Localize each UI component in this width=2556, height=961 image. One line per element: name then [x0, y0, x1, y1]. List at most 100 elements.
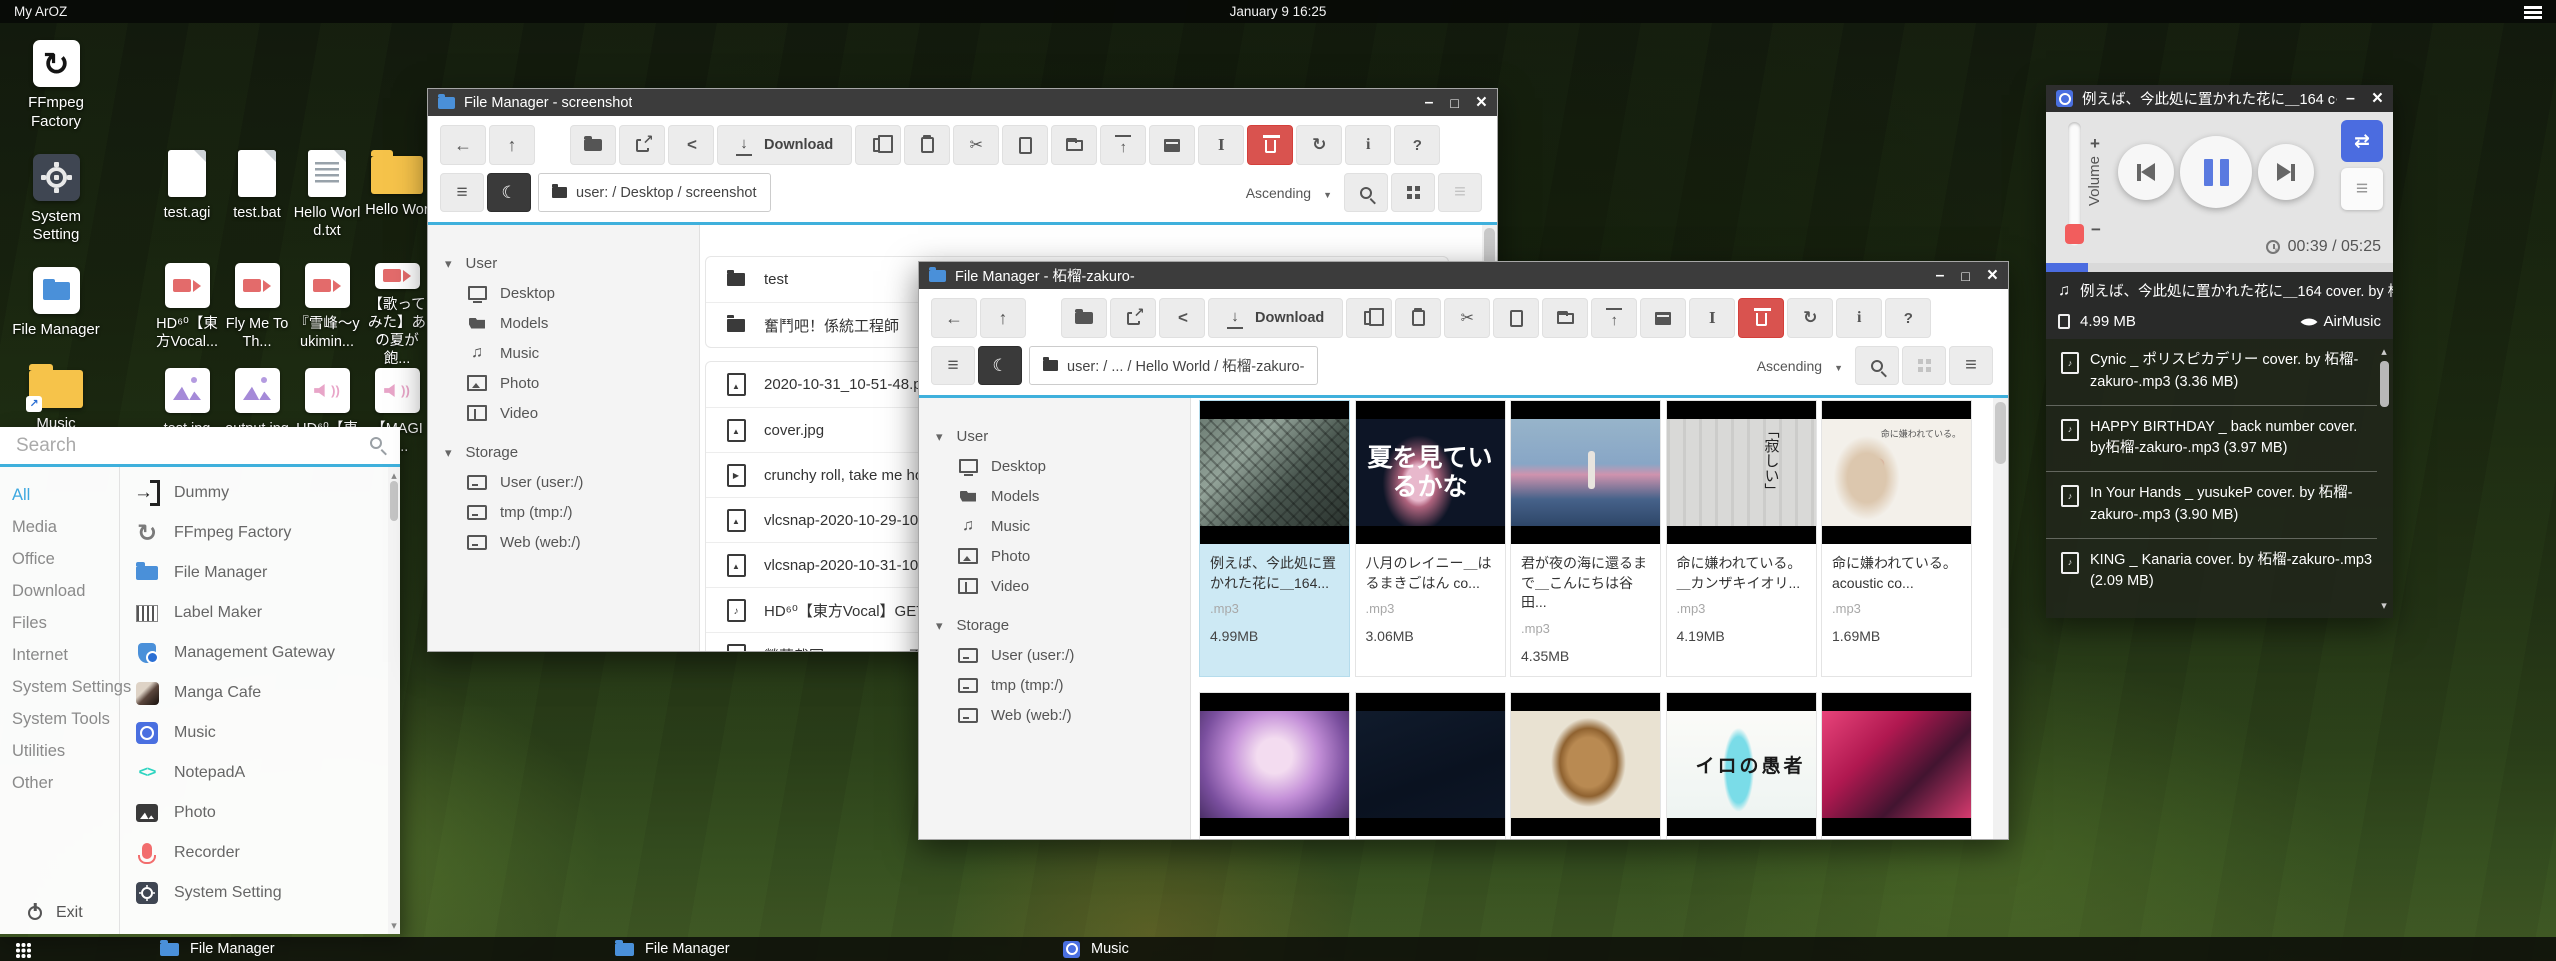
category-item[interactable]: Office	[7, 543, 119, 575]
sidebar-item[interactable]: Models	[919, 481, 1190, 511]
up-button[interactable]	[980, 298, 1026, 338]
search-button[interactable]	[1344, 173, 1388, 212]
search-button[interactable]	[1855, 346, 1899, 385]
delete-button[interactable]	[1738, 298, 1784, 338]
volume-handle[interactable]	[2065, 224, 2084, 244]
new-folder-button[interactable]	[1542, 298, 1588, 338]
open-new-window-button[interactable]	[1110, 298, 1156, 338]
file-tile[interactable]: 夏を見ているかな 八月のレイニー＿はるまきごはん co... .mp3 3.06…	[1355, 400, 1506, 677]
desktop-file[interactable]: 『雪峰～yukimin...	[292, 263, 362, 368]
desktop-icon[interactable]: FFmpeg Factory	[8, 40, 104, 132]
grid-view-button[interactable]	[1902, 346, 1946, 385]
next-track-button[interactable]	[2258, 144, 2314, 200]
download-button[interactable]: Download	[717, 125, 852, 165]
close-button[interactable]	[1476, 93, 1487, 112]
info-button[interactable]	[1836, 298, 1882, 338]
close-button[interactable]	[2372, 89, 2383, 108]
category-item[interactable]: System Tools	[7, 703, 119, 735]
taskbar-item[interactable]: Music	[1063, 937, 1129, 961]
category-item[interactable]: Download	[7, 575, 119, 607]
desktop-file[interactable]: test.agi	[152, 150, 222, 263]
category-item[interactable]: Media	[7, 511, 119, 543]
sidebar-item[interactable]: User (user:/)	[428, 467, 699, 497]
help-button[interactable]	[1885, 298, 1931, 338]
category-item[interactable]: Internet	[7, 639, 119, 671]
sidebar-item[interactable]: Video	[919, 571, 1190, 601]
paste-button[interactable]	[1395, 298, 1441, 338]
scrollbar-thumb[interactable]	[1995, 402, 2006, 464]
exit-button[interactable]: Exit	[0, 891, 120, 934]
delete-button[interactable]	[1247, 125, 1293, 165]
sidebar-section-storage[interactable]: Storage	[919, 611, 1190, 640]
refresh-button[interactable]	[1296, 125, 1342, 165]
service-label[interactable]: AirMusic	[2323, 313, 2381, 330]
app-list-item[interactable]: Label Maker	[134, 593, 400, 633]
new-file-button[interactable]	[1493, 298, 1539, 338]
hamburger-menu-icon[interactable]	[2524, 6, 2542, 9]
sidebar-item[interactable]: tmp (tmp:/)	[428, 497, 699, 527]
info-button[interactable]	[1345, 125, 1391, 165]
minimize-button[interactable]	[1936, 268, 1945, 284]
paste-button[interactable]	[904, 125, 950, 165]
scrollbar-thumb[interactable]	[2380, 361, 2389, 407]
desktop-file[interactable]: Hello World.txt	[292, 150, 362, 263]
app-list-item[interactable]: Music	[134, 713, 400, 753]
file-tile[interactable]: 四季折々に揺蕩い	[1199, 692, 1350, 839]
scroll-up-icon[interactable]: ▴	[2379, 345, 2389, 358]
sidebar-toggle-button[interactable]	[440, 173, 484, 212]
cut-button[interactable]	[953, 125, 999, 165]
sidebar-item[interactable]: Photo	[919, 541, 1190, 571]
app-list-item[interactable]: Dummy	[134, 473, 400, 513]
cut-button[interactable]	[1444, 298, 1490, 338]
share-button[interactable]	[1159, 298, 1205, 338]
window-titlebar[interactable]: 例えば、今此処に置かれた花に＿164 c⋯	[2046, 85, 2393, 112]
scrollbar-thumb[interactable]	[390, 481, 398, 521]
desktop-file[interactable]: Fly Me To Th...	[222, 263, 292, 368]
theme-toggle-button[interactable]	[487, 173, 531, 212]
playlist-toggle-button[interactable]	[2341, 168, 2383, 210]
file-tile[interactable]: 幽霊東京＿Ayase	[1821, 692, 1972, 839]
sidebar-item[interactable]: Photo	[428, 368, 699, 398]
open-button[interactable]	[1061, 298, 1107, 338]
file-tile[interactable]: 君が夜の海に還るまで＿こんにちは谷田... .mp3 4.35MB	[1510, 400, 1661, 677]
app-launcher-icon[interactable]	[16, 943, 20, 947]
copy-button[interactable]	[855, 125, 901, 165]
file-tile[interactable]: 命に嫌われている。 命に嫌われている。acoustic co... .mp3 1…	[1821, 400, 1972, 677]
path-field[interactable]: user: / ... / Hello World / 柘榴-zakuro-	[1029, 346, 1318, 385]
rename-button[interactable]	[1689, 298, 1735, 338]
archive-button[interactable]	[1640, 298, 1686, 338]
category-item[interactable]: Other	[7, 767, 119, 799]
file-tile[interactable]: 「寂しい」 命に嫌われている。＿カンザキイオリ... .mp3 4.19MB	[1666, 400, 1817, 677]
taskbar-item[interactable]: File Manager	[160, 937, 275, 961]
desktop-icon[interactable]: Music	[8, 362, 104, 434]
open-new-window-button[interactable]	[619, 125, 665, 165]
pause-button[interactable]	[2180, 136, 2252, 208]
desktop-file[interactable]: 【歌ってみた】あの夏が飽...	[362, 263, 432, 368]
back-button[interactable]	[931, 298, 977, 338]
progress-bar[interactable]	[2046, 263, 2393, 272]
file-tile[interactable]: 春＿HarryP cover	[1355, 692, 1506, 839]
file-tile[interactable]: イロの愚者 妄想感傷代償連盟	[1666, 692, 1817, 839]
sidebar-item[interactable]: User (user:/)	[919, 640, 1190, 670]
app-list-item[interactable]: System Setting	[134, 873, 400, 913]
sidebar-item[interactable]: Music	[428, 338, 699, 368]
close-button[interactable]	[1987, 266, 1998, 285]
sidebar-item[interactable]: tmp (tmp:/)	[919, 670, 1190, 700]
app-list-item[interactable]: Photo	[134, 793, 400, 833]
maximize-button[interactable]	[1450, 96, 1458, 110]
sidebar-section-user[interactable]: User	[919, 422, 1190, 451]
category-item[interactable]: Files	[7, 607, 119, 639]
rename-button[interactable]	[1198, 125, 1244, 165]
sidebar-item[interactable]: Desktop	[428, 278, 699, 308]
grid-view-button[interactable]	[1391, 173, 1435, 212]
taskbar-item[interactable]: File Manager	[615, 937, 730, 961]
back-button[interactable]	[440, 125, 486, 165]
desktop-file[interactable]: test.bat	[222, 150, 292, 263]
desktop-file[interactable]: Hello Wor	[362, 150, 432, 263]
sort-dropdown[interactable]: Ascending	[1234, 173, 1344, 212]
archive-button[interactable]	[1149, 125, 1195, 165]
share-button[interactable]	[668, 125, 714, 165]
category-item[interactable]: System Settings	[7, 671, 119, 703]
scroll-down-icon[interactable]: ▾	[2379, 599, 2389, 612]
playlist-item[interactable]: In Your Hands _ yusukeP cover. by 柘榴-zak…	[2046, 472, 2377, 539]
